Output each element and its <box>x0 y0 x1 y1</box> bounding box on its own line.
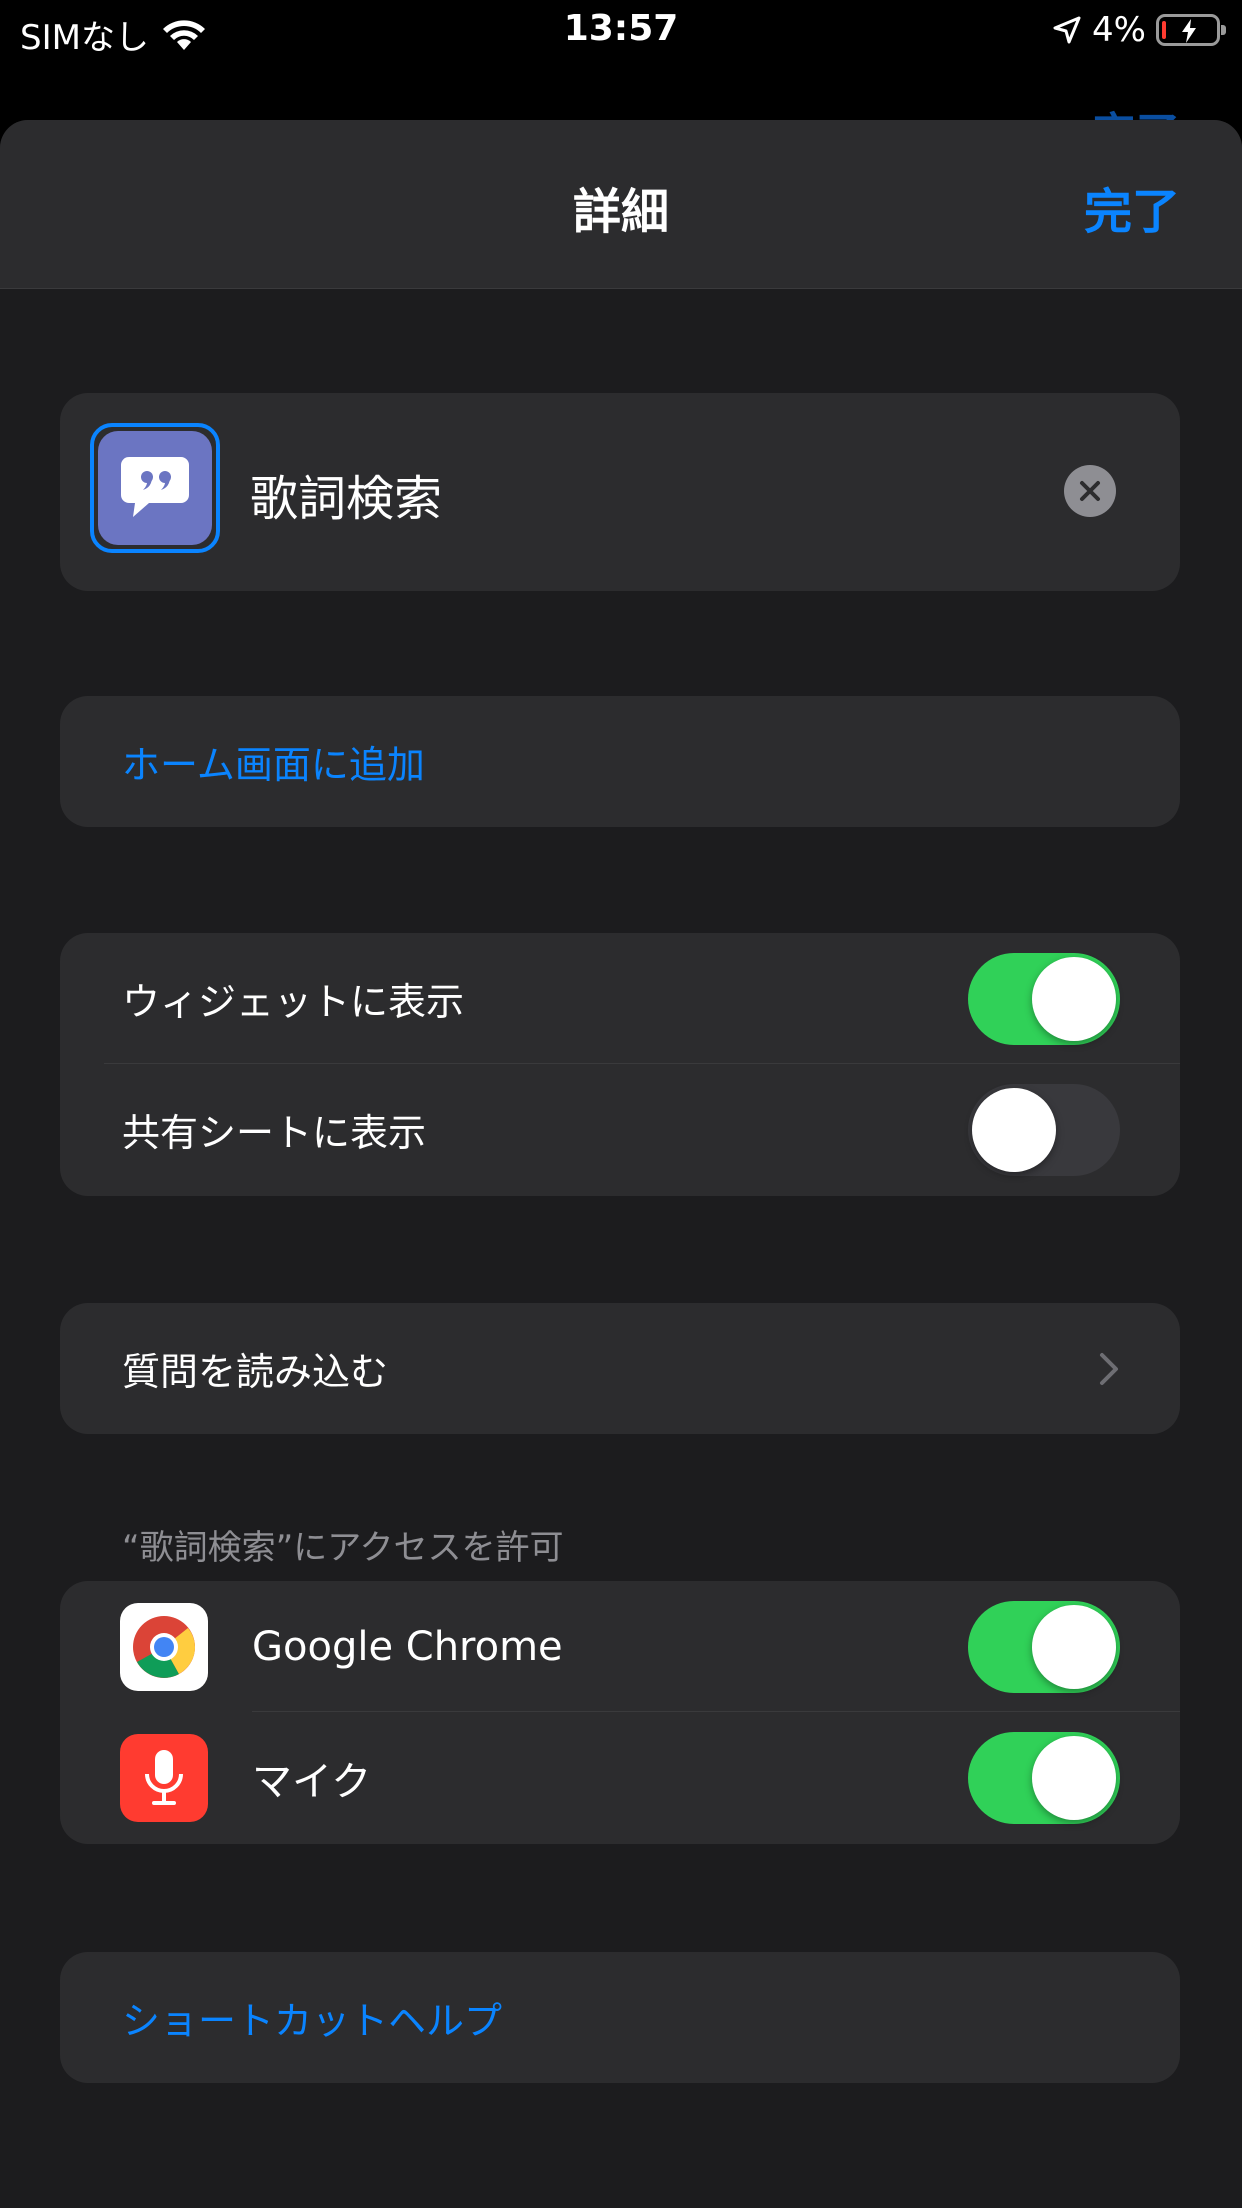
status-right: 4% <box>1052 10 1226 50</box>
microphone-access-toggle[interactable] <box>968 1731 1120 1824</box>
shortcut-icon-button[interactable] <box>90 423 220 553</box>
widget-toggle[interactable] <box>968 952 1120 1045</box>
details-sheet: 詳細 完了 歌詞検索 ホーム画面に追加 ウィジェットに表示 共有シートに表示 質… <box>0 120 1242 2208</box>
status-bar: SIMなし 13:57 4% <box>0 0 1242 64</box>
chrome-icon <box>120 1602 208 1691</box>
import-questions-label: 質問を読み込む <box>122 1350 389 1394</box>
visibility-card: ウィジェットに表示 共有シートに表示 <box>60 933 1180 1196</box>
done-button[interactable]: 完了 <box>1084 172 1180 242</box>
help-row[interactable]: ショートカットヘルプ <box>60 1952 1180 2083</box>
widget-toggle-row: ウィジェットに表示 <box>60 933 1180 1064</box>
add-to-home-link[interactable]: ホーム画面に追加 <box>122 734 425 789</box>
chrome-label: Google Chrome <box>252 1623 563 1670</box>
location-arrow-icon <box>1053 16 1081 44</box>
help-card: ショートカットヘルプ <box>60 1952 1180 2083</box>
import-questions-row[interactable]: 質問を読み込む <box>60 1303 1180 1434</box>
shortcut-card: 歌詞検索 <box>60 393 1180 591</box>
chrome-access-row: Google Chrome <box>60 1581 1180 1712</box>
share-sheet-toggle-label: 共有シートに表示 <box>122 1111 427 1155</box>
microphone-access-row: マイク <box>60 1712 1180 1843</box>
widget-toggle-label: ウィジェットに表示 <box>122 980 465 1024</box>
import-card: 質問を読み込む <box>60 1303 1180 1434</box>
access-card: Google Chrome マイク <box>60 1581 1180 1844</box>
add-to-home-row[interactable]: ホーム画面に追加 <box>60 696 1180 827</box>
battery-icon <box>1156 14 1226 46</box>
page-title: 詳細 <box>572 184 669 240</box>
nav-bar: 詳細 完了 <box>0 120 1242 289</box>
share-sheet-toggle[interactable] <box>968 1083 1120 1176</box>
battery-percent: 4% <box>1092 10 1146 50</box>
share-sheet-toggle-row: 共有シートに表示 <box>60 1064 1180 1195</box>
microphone-label: マイク <box>252 1758 372 1805</box>
shortcut-name-field[interactable]: 歌詞検索 <box>250 459 442 529</box>
chrome-access-toggle[interactable] <box>968 1600 1120 1693</box>
access-section-header: “歌詞検索”にアクセスを許可 <box>122 1528 564 1568</box>
microphone-icon <box>120 1733 208 1822</box>
clear-icon[interactable] <box>1064 465 1116 517</box>
add-to-home-card: ホーム画面に追加 <box>60 696 1180 827</box>
quote-bubble-icon <box>98 431 212 545</box>
shortcut-help-link[interactable]: ショートカットヘルプ <box>122 1990 502 2045</box>
chevron-right-icon <box>1100 1352 1118 1385</box>
